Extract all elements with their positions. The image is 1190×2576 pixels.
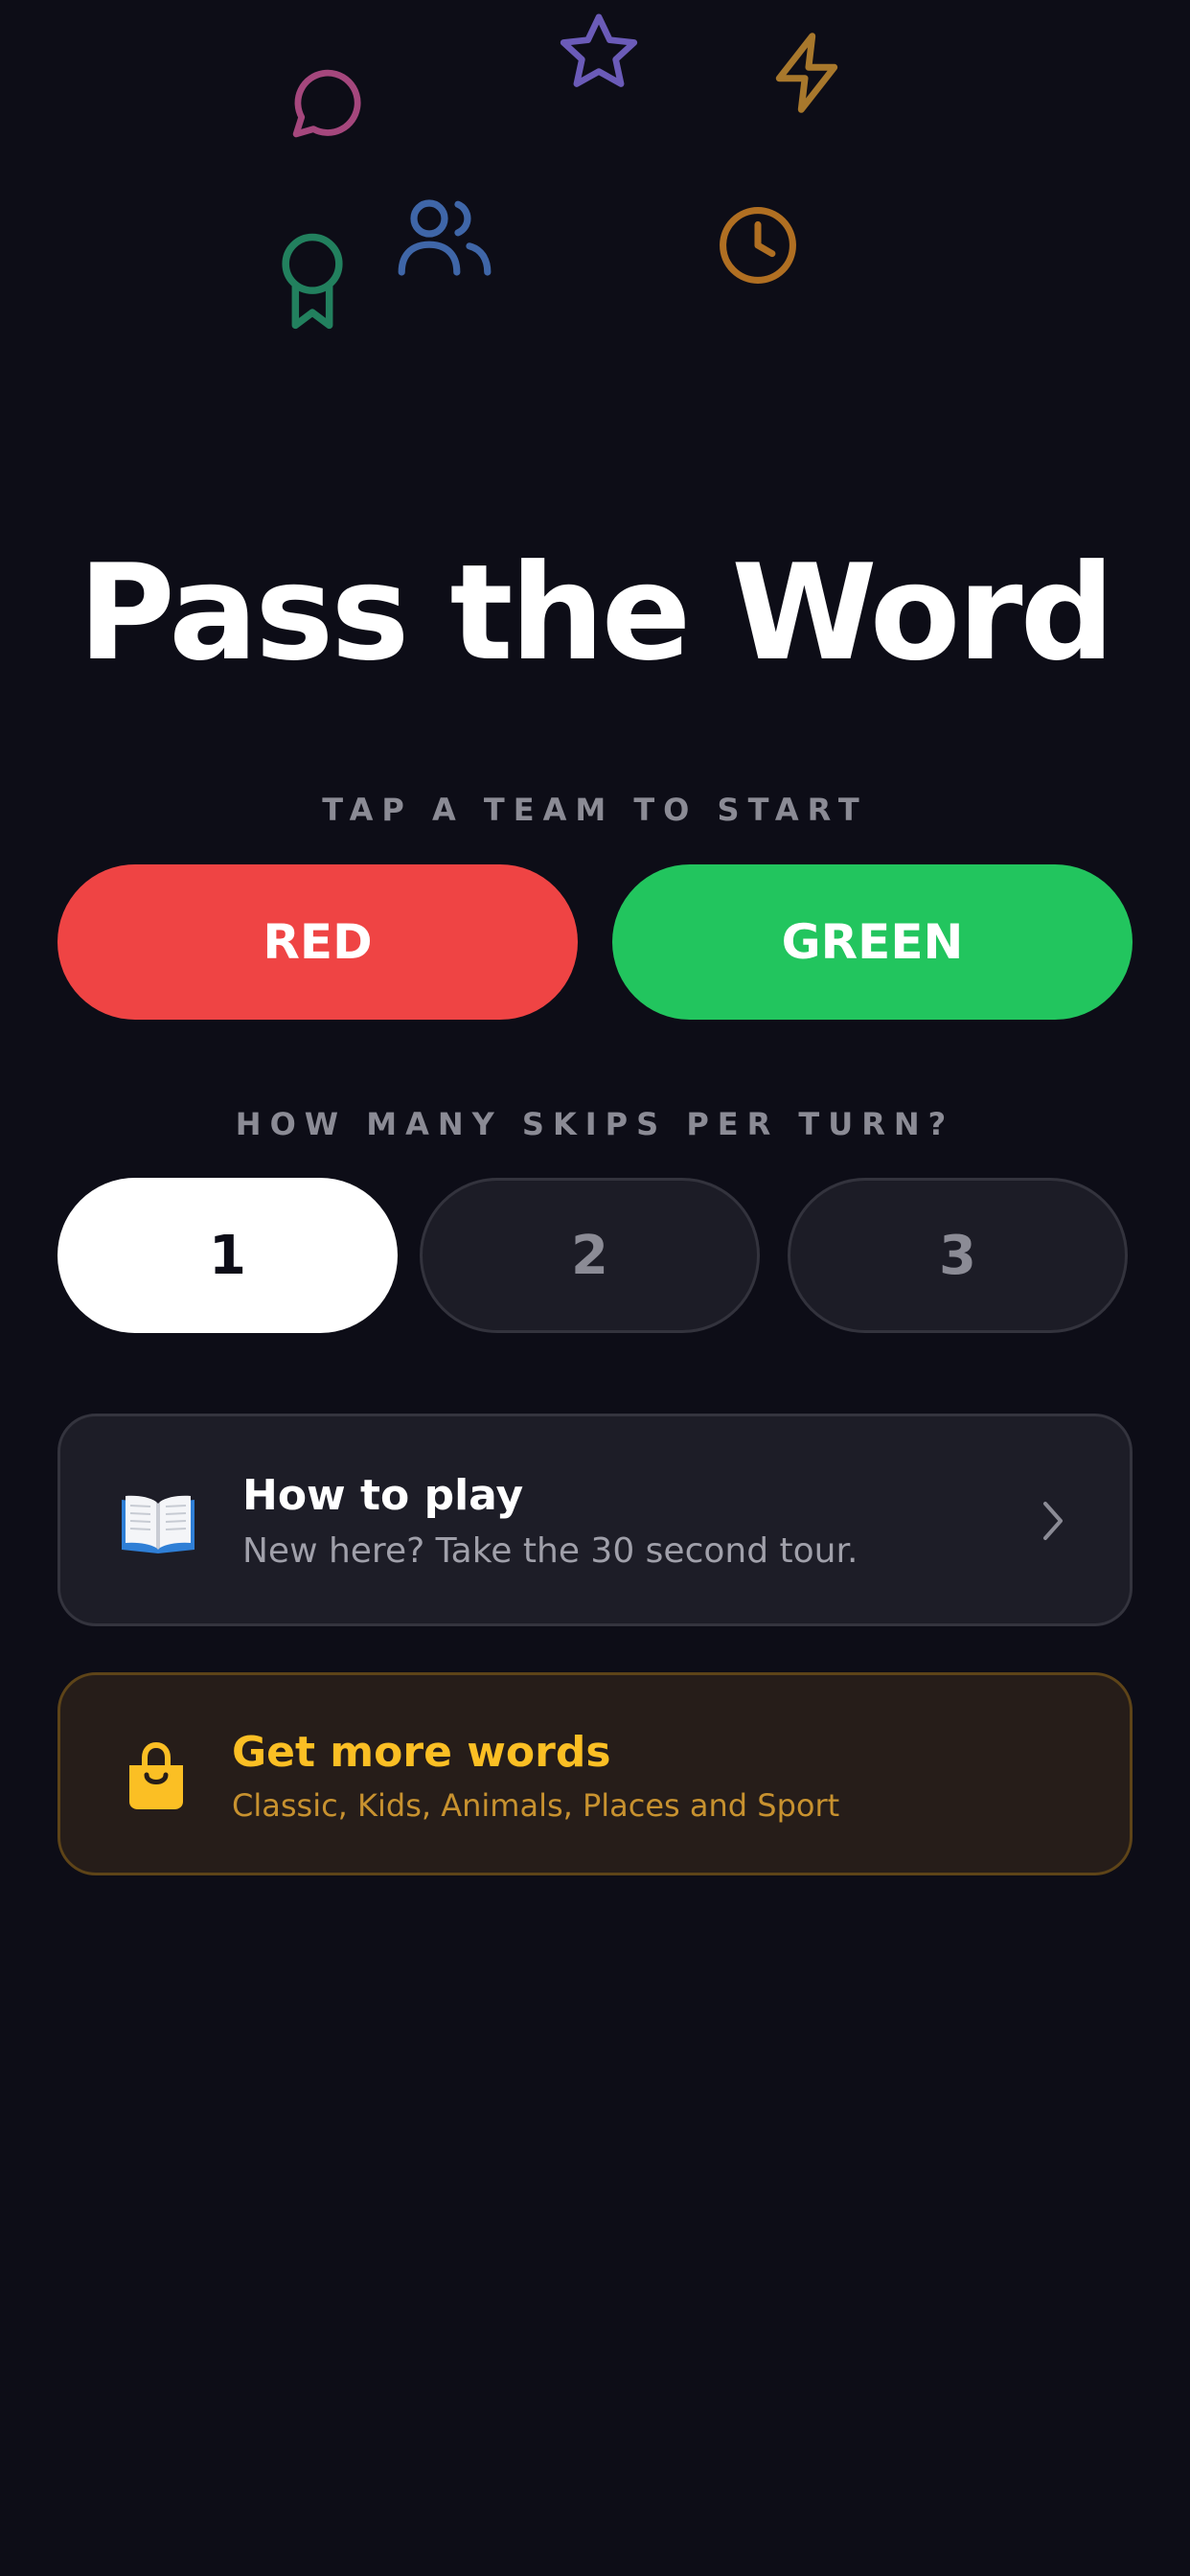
award-ribbon-icon: [282, 233, 343, 330]
app-title: Pass the Word: [78, 536, 1115, 690]
chat-bubble-icon: [292, 69, 361, 138]
chevron-right-icon: [1043, 1502, 1063, 1540]
how-to-play-subtitle: New here? Take the 30 second tour.: [242, 1531, 858, 1571]
skip-option-3[interactable]: 3: [788, 1178, 1128, 1333]
green-team-label: GREEN: [781, 914, 964, 970]
open-book-icon: [122, 1495, 195, 1553]
how-to-play-card[interactable]: How to play New here? Take the 30 second…: [57, 1414, 1133, 1626]
red-team-button[interactable]: RED: [57, 864, 578, 1020]
team-section-label: TAP A TEAM TO START: [322, 792, 868, 828]
home-screen: Pass the Word TAP A TEAM TO START RED GR…: [0, 0, 1190, 2576]
skip-option-2[interactable]: 2: [420, 1178, 760, 1333]
red-team-label: RED: [263, 914, 373, 970]
skip-option-label: 1: [209, 1224, 246, 1287]
skips-section-label: HOW MANY SKIPS PER TURN?: [235, 1106, 955, 1142]
users-icon: [398, 199, 492, 276]
clock-icon: [720, 207, 796, 284]
get-more-words-title: Get more words: [232, 1728, 611, 1777]
skip-option-label: 3: [939, 1224, 976, 1287]
lightning-icon: [775, 33, 838, 113]
how-to-play-title: How to play: [242, 1471, 524, 1520]
get-more-words-card[interactable]: Get more words Classic, Kids, Animals, P…: [57, 1672, 1133, 1875]
get-more-words-subtitle: Classic, Kids, Animals, Places and Sport: [232, 1787, 840, 1824]
skip-option-1[interactable]: 1: [57, 1178, 398, 1333]
green-team-button[interactable]: GREEN: [612, 864, 1133, 1020]
star-icon: [560, 13, 638, 87]
skip-option-label: 2: [571, 1224, 608, 1287]
shopping-bag-icon: [129, 1742, 183, 1809]
